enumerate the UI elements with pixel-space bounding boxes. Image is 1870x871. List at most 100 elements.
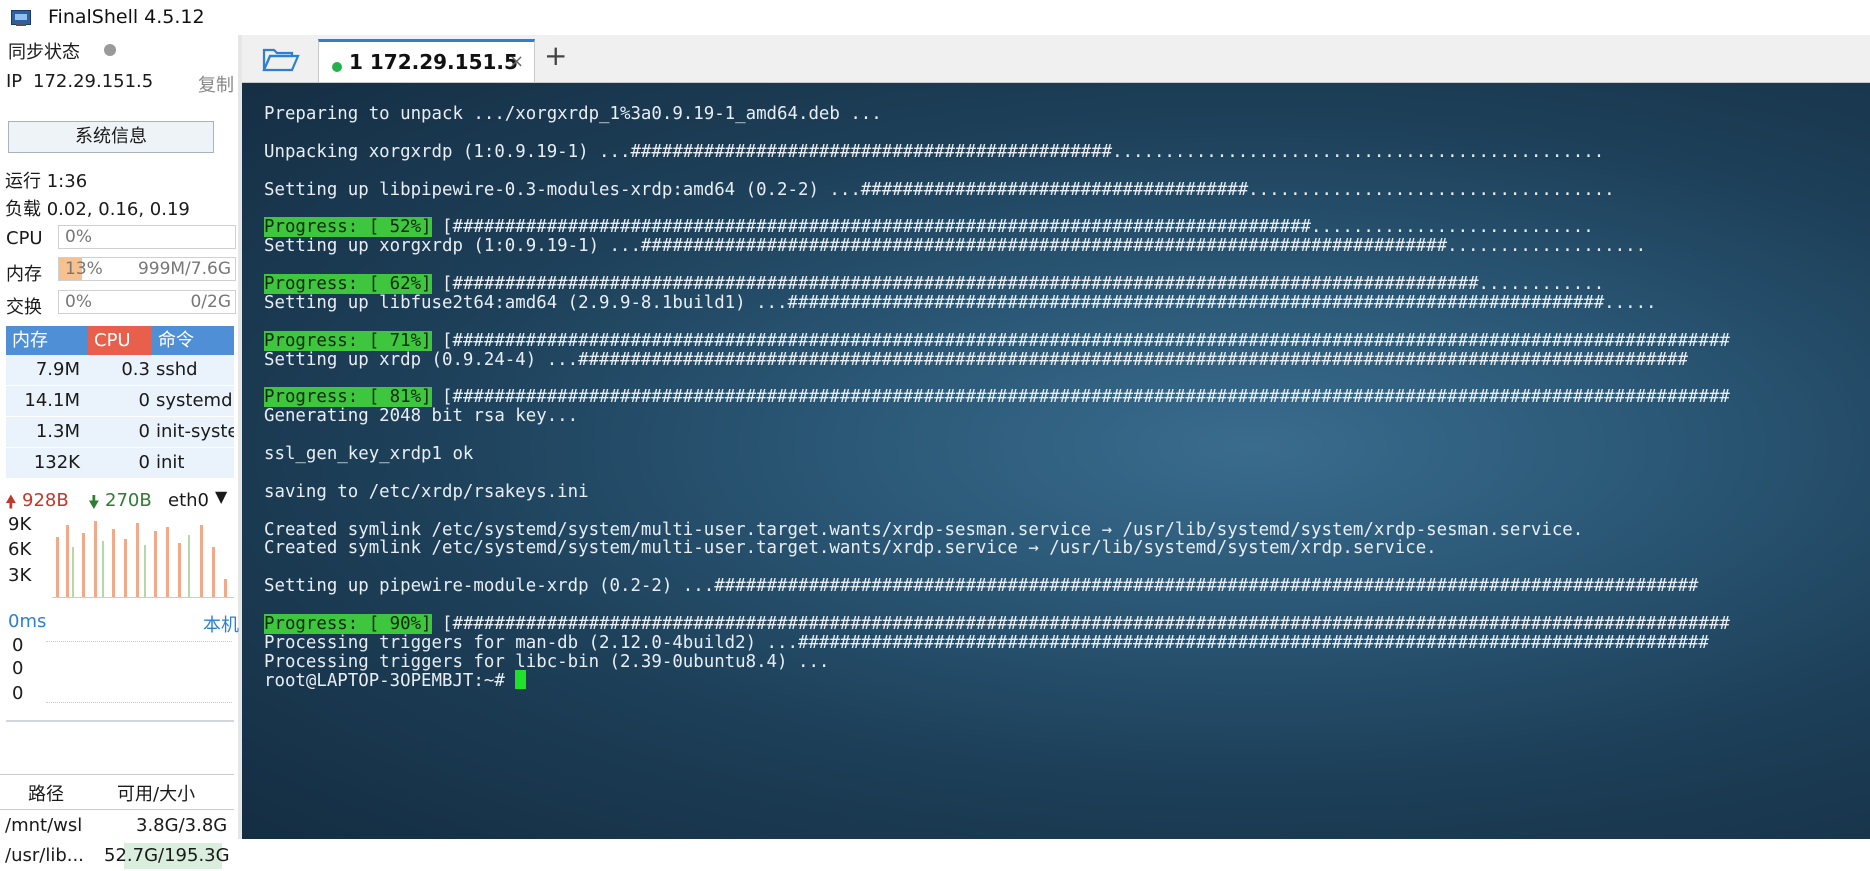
disk-row[interactable]: /mnt/wsl 3.8G/3.8G (0, 811, 234, 841)
memory-meter: 13% 999M/7.6G (58, 257, 236, 281)
terminal-line: ssl_gen_key_xrdp1 ok (264, 444, 474, 465)
terminal-line: Created symlink /etc/systemd/system/mult… (264, 538, 1437, 559)
chevron-down-icon[interactable]: ▼ (215, 487, 227, 506)
memory-label: 内存 (6, 264, 42, 285)
net-bar (136, 523, 139, 597)
net-bar (56, 537, 59, 597)
terminal-line: Progress: [ 90%] [######################… (264, 614, 1730, 635)
upload-rate: 928B (22, 490, 69, 511)
tab-label: 1 172.29.151.5 (349, 50, 518, 74)
network-interface-select[interactable]: eth0 (168, 490, 209, 511)
terminal-line: Setting up xorgxrdp (1:0.9.19-1) ...####… (264, 236, 1647, 257)
terminal-line: Processing triggers for libc-bin (2.39-0… (264, 651, 830, 672)
disk-path: /usr/lib... (5, 845, 84, 866)
terminal-line: saving to /etc/xrdp/rsakeys.ini (264, 481, 589, 502)
disk-table-header: 路径 可用/大小 (0, 774, 234, 810)
column-memory[interactable]: 内存 (6, 326, 88, 355)
net-bar (124, 539, 127, 597)
terminal-line: Preparing to unpack .../xorgxrdp_1%3a0.9… (264, 104, 882, 124)
download-arrow-icon: 🠟 (88, 492, 100, 513)
terminal-line: Setting up libfuse2t64:amd64 (2.9.9-8.1b… (264, 292, 1657, 313)
net-bar (102, 541, 104, 597)
process-mem: 7.9M (35, 359, 80, 380)
sync-status-icon (104, 44, 116, 56)
ping-latency: 0ms (8, 611, 47, 632)
system-info-button[interactable]: 系统信息 (8, 121, 214, 153)
process-cpu: 0.3 (121, 359, 150, 380)
close-tab-icon[interactable]: × (509, 51, 524, 72)
process-row[interactable]: 7.9M 0.3 sshd (6, 355, 234, 386)
terminal-output[interactable]: Preparing to unpack .../xorgxrdp_1%3a0.9… (242, 83, 1870, 839)
process-mem: 132K (33, 452, 80, 473)
terminal-line: Setting up xrdp (0.9.24-4) ...##########… (264, 349, 1688, 370)
net-bar (178, 543, 181, 597)
net-bar (94, 521, 97, 597)
terminal-line: Setting up libpipewire-0.3-modules-xrdp:… (264, 179, 1615, 200)
swap-percent: 0% (65, 292, 92, 312)
tab-session-1[interactable]: 1 172.29.151.5 × (318, 39, 535, 82)
disk-size: 3.8G/3.8G (136, 815, 228, 836)
uptime-text: 运行 1:36 (5, 171, 88, 192)
process-table-header: 内存 CPU 命令 (6, 326, 234, 355)
column-cpu[interactable]: CPU (88, 326, 152, 355)
title-bar: FinalShell 4.5.12 (0, 0, 1870, 35)
process-row[interactable]: 1.3M 0 init-syste (6, 417, 234, 448)
net-tick-6k: 6K (8, 539, 32, 560)
network-traffic-chart (52, 517, 234, 598)
connected-status-icon (332, 62, 342, 72)
net-bar (82, 533, 85, 597)
ping-host-select[interactable]: 本机 (203, 611, 239, 637)
terminal-line: Processing triggers for man-db (2.12.0-4… (264, 632, 1709, 653)
swap-label: 交换 (6, 297, 42, 318)
net-tick-9k: 9K (8, 514, 32, 535)
ping-chart (46, 641, 232, 703)
process-mem: 1.3M (35, 421, 80, 442)
load-text: 负载 0.02, 0.16, 0.19 (5, 199, 190, 220)
folder-open-icon[interactable] (262, 46, 300, 72)
terminal-line: Unpacking xorgxrdp (1:0.9.19-1) ...#####… (264, 141, 1605, 162)
terminal-line: Progress: [ 52%] [######################… (264, 217, 1594, 238)
cpu-label: CPU (6, 228, 43, 249)
process-row[interactable]: 14.1M 0 systemd (6, 386, 234, 417)
progress-indicator: Progress: [ 71%] (264, 330, 432, 351)
column-command[interactable]: 命令 (152, 326, 234, 355)
net-bar (166, 527, 169, 597)
column-available-size[interactable]: 可用/大小 (117, 780, 195, 806)
terminal-lines: Preparing to unpack .../xorgxrdp_1%3a0.9… (264, 103, 1730, 691)
net-bar (188, 535, 190, 597)
net-bar (154, 531, 157, 597)
new-tab-button[interactable]: + (544, 39, 567, 72)
terminal-line: root@LAPTOP-3OPEMBJT:~# (264, 669, 1730, 691)
ip-label: IP (6, 71, 23, 92)
process-table: 内存 CPU 命令 7.9M 0.3 sshd 14.1M 0 systemd … (6, 326, 234, 479)
process-cpu: 0 (138, 390, 150, 411)
terminal-line: Progress: [ 71%] [######################… (264, 330, 1730, 351)
column-path[interactable]: 路径 (28, 780, 64, 806)
cpu-percent: 0% (65, 227, 92, 247)
terminal-line: Created symlink /etc/systemd/system/mult… (264, 519, 1584, 540)
swap-meter: 0% 0/2G (58, 290, 236, 314)
net-tick-3k: 3K (8, 565, 32, 586)
disk-row[interactable]: /usr/lib... 52.7G/195.3G (0, 841, 234, 871)
ping-value: 0 (12, 658, 24, 679)
process-cmd: init-syste (156, 421, 234, 442)
process-cmd: init (156, 452, 185, 473)
process-cmd: sshd (156, 359, 198, 380)
process-row[interactable]: 132K 0 init (6, 448, 234, 479)
finalshell-logo-icon (11, 7, 33, 27)
sync-status-label: 同步状态 (8, 42, 80, 63)
process-mem: 14.1M (24, 390, 80, 411)
copy-ip-button[interactable]: 复制 (198, 71, 234, 97)
terminal-line: Setting up pipewire-module-xrdp (0.2-2) … (264, 576, 1699, 597)
process-cmd: systemd (156, 390, 233, 411)
